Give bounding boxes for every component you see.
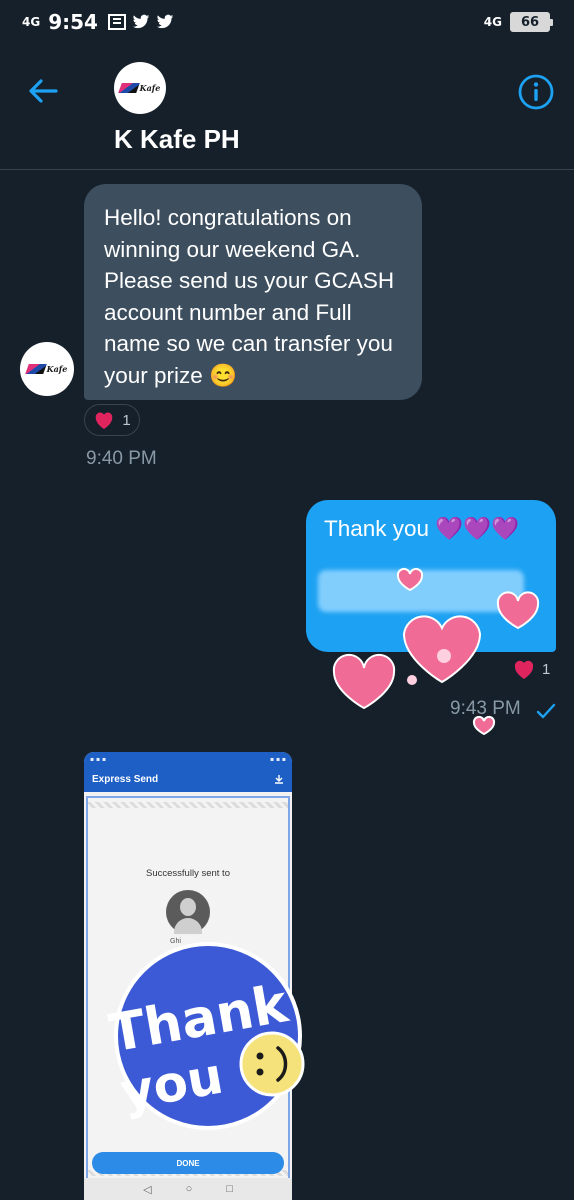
- recipient-avatar-icon: [166, 890, 210, 934]
- conversation-header: Kafe K Kafe PH: [0, 44, 574, 170]
- battery-icon: 66: [510, 12, 553, 32]
- image-status-right: ▪ ▪ ▪: [269, 755, 286, 763]
- page-title[interactable]: K Kafe PH: [114, 124, 240, 155]
- image-app-bar: Express Send: [84, 766, 292, 792]
- kafe-logo: Kafe: [24, 364, 68, 374]
- twitter-bird-icon: [132, 14, 150, 29]
- image-app-title: Express Send: [92, 773, 159, 785]
- recipient-name: Ghi: [170, 938, 181, 945]
- logo-text: Kafe: [139, 83, 161, 93]
- shared-image[interactable]: ▪ ▪ ▪ ▪ ▪ ▪ Express Send Successfully se…: [84, 752, 292, 1200]
- reaction-count: 1: [542, 660, 551, 678]
- recents-square-icon: □: [226, 1183, 233, 1195]
- avatar[interactable]: Kafe: [114, 62, 166, 114]
- image-done-button: DONE: [92, 1152, 284, 1174]
- kafe-logo: Kafe: [117, 83, 161, 93]
- blurred-text-region: [318, 570, 524, 612]
- logo-text: Kafe: [46, 364, 68, 374]
- image-sent-label: Successfully sent to: [146, 868, 230, 879]
- heart-icon: [514, 660, 534, 679]
- message-timestamp: 9:40 PM: [86, 448, 157, 469]
- home-circle-icon: ○: [185, 1183, 193, 1195]
- reaction-count: 1: [122, 411, 131, 429]
- network-indicator-right: 4G: [483, 15, 502, 29]
- notification-box-icon: [107, 14, 126, 30]
- sender-avatar[interactable]: Kafe: [20, 342, 74, 396]
- reaction-badge[interactable]: 1: [84, 404, 140, 436]
- notification-icons: [107, 14, 174, 30]
- back-arrow-icon[interactable]: [26, 74, 60, 108]
- download-icon: [275, 775, 283, 784]
- info-icon[interactable]: [518, 74, 554, 110]
- image-receipt-card: Successfully sent to Ghi: [86, 796, 290, 1194]
- image-status-left: ▪ ▪ ▪: [90, 755, 107, 763]
- status-bar: 4G 9:54 4G 66: [0, 0, 574, 44]
- sent-check-icon: [536, 703, 556, 719]
- battery-level: 66: [520, 14, 540, 30]
- message-text: Hello! congratulations on winning our we…: [104, 205, 395, 388]
- logo-mark-icon: [24, 364, 47, 374]
- clock: 9:54: [48, 10, 98, 34]
- twitter-bird-icon: [156, 14, 174, 29]
- incoming-message-bubble[interactable]: Hello! congratulations on winning our we…: [84, 184, 422, 400]
- status-right: 4G 66: [483, 12, 553, 32]
- reaction-badge[interactable]: 1: [512, 658, 550, 680]
- logo-mark-icon: [117, 83, 140, 93]
- message-text: Thank you 💜💜💜: [324, 516, 520, 541]
- image-status-bar: ▪ ▪ ▪ ▪ ▪ ▪: [84, 752, 292, 766]
- message-timestamp: 9:43 PM: [450, 698, 521, 719]
- back-triangle-icon: ◁: [143, 1183, 152, 1196]
- zigzag-border: [88, 802, 288, 808]
- outgoing-message-bubble[interactable]: Thank you 💜💜💜: [306, 500, 556, 652]
- image-nav-bar: ◁ ○ □: [84, 1178, 292, 1200]
- heart-icon: [96, 412, 113, 430]
- network-indicator: 4G: [22, 14, 41, 29]
